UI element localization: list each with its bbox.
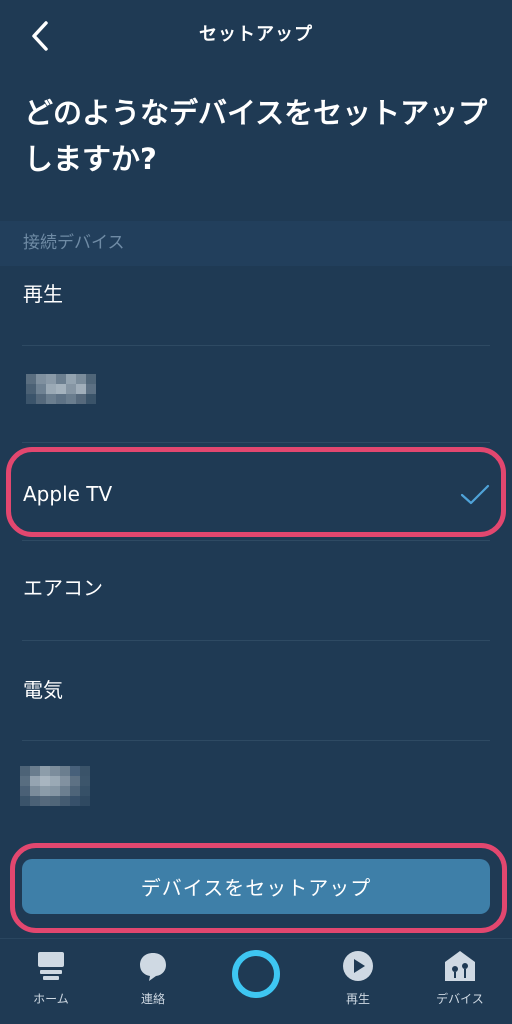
home-icon — [34, 948, 68, 984]
tab-label: 連絡 — [140, 992, 165, 1006]
list-item-lights[interactable]: 電気 — [0, 642, 512, 740]
list-item-redacted[interactable] — [0, 346, 512, 444]
page-title: セットアップ — [199, 24, 313, 45]
devices-home-icon — [443, 948, 477, 984]
list-divider — [22, 740, 490, 741]
play-circle-icon — [341, 948, 375, 984]
tab-home[interactable]: ホーム — [0, 939, 102, 1024]
list-divider — [22, 640, 490, 641]
tab-label: デバイス — [436, 992, 484, 1006]
section-label: 接続デバイス — [23, 233, 125, 253]
list-divider — [22, 442, 490, 443]
tab-label: ホーム — [33, 992, 69, 1006]
list-item-redacted[interactable] — [0, 742, 512, 840]
alexa-ring-icon — [232, 950, 280, 998]
list-item-air-conditioner[interactable]: エアコン — [0, 542, 512, 640]
tab-communicate[interactable]: 連絡 — [102, 939, 204, 1024]
tab-devices[interactable]: デバイス — [409, 939, 511, 1024]
tab-play[interactable]: 再生 — [307, 939, 409, 1024]
list-item-label: 再生 — [23, 282, 63, 306]
list-divider — [22, 540, 490, 541]
redacted-label — [20, 766, 90, 806]
selection-highlight — [6, 447, 506, 537]
list-item-label: エアコン — [23, 576, 103, 600]
chat-bubble-icon — [136, 948, 170, 984]
header-bar: セットアップ — [0, 0, 512, 64]
alexa-button[interactable] — [230, 948, 282, 1000]
button-highlight — [10, 843, 507, 933]
redacted-label — [26, 374, 96, 404]
tab-label: 再生 — [345, 992, 370, 1006]
list-item-label: 電気 — [23, 678, 63, 702]
headline: どのようなデバイスをセットアップしますか? — [24, 96, 488, 176]
